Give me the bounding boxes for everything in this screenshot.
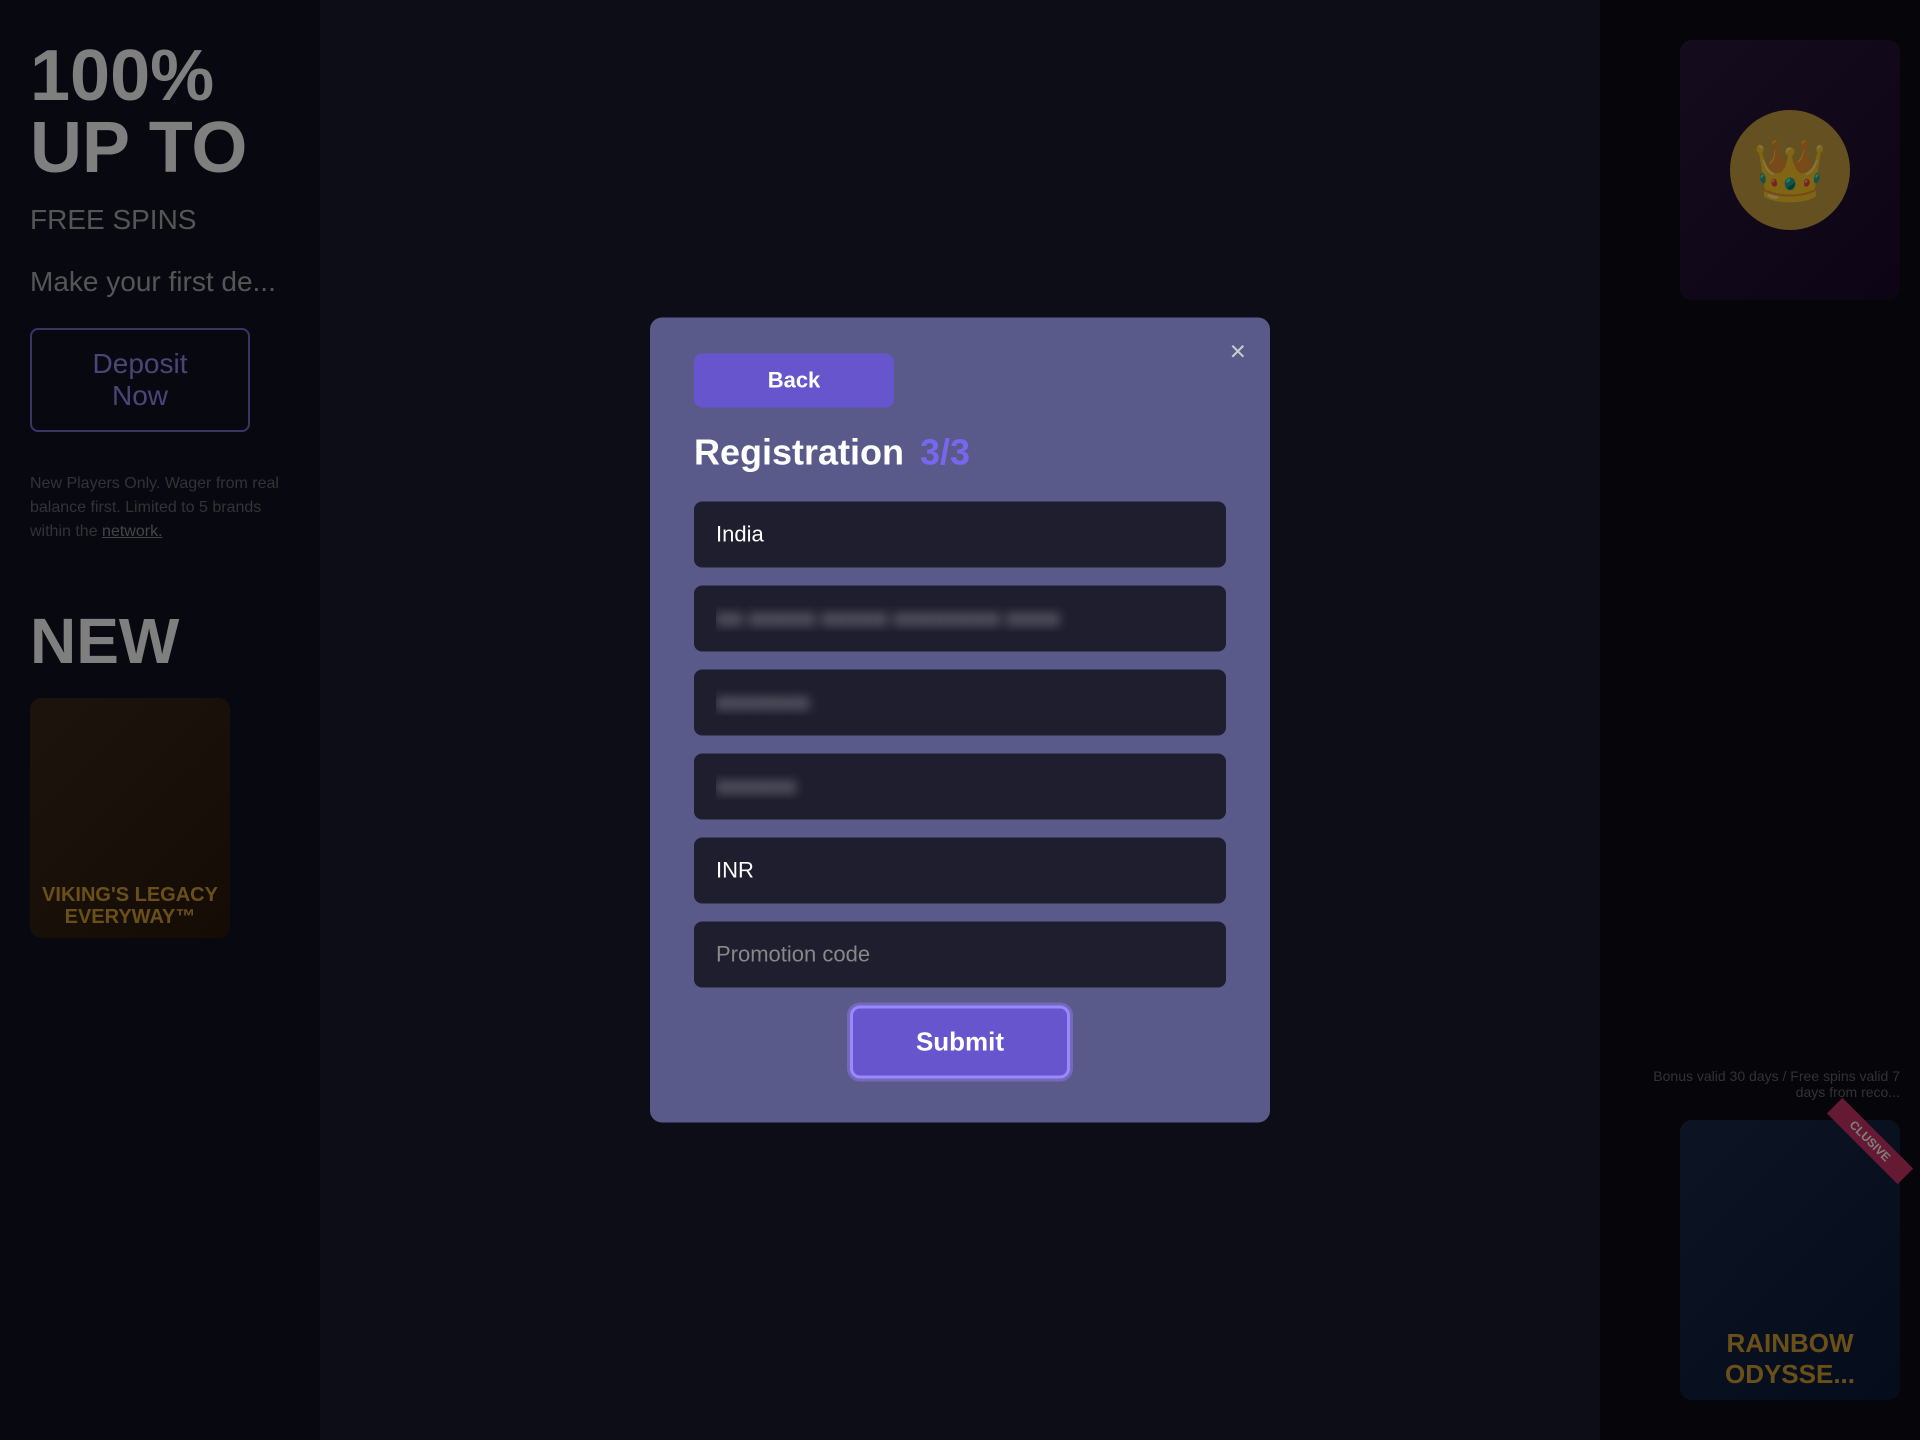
address-input[interactable] <box>694 586 1226 652</box>
city-input[interactable] <box>694 670 1226 736</box>
country-input[interactable] <box>694 502 1226 568</box>
modal-step: 3/3 <box>920 432 970 474</box>
modal-title-row: Registration 3/3 <box>694 432 1226 474</box>
promo-code-input[interactable] <box>694 922 1226 988</box>
close-button[interactable]: × <box>1230 338 1246 366</box>
currency-input[interactable] <box>694 838 1226 904</box>
back-button[interactable]: Back <box>694 354 894 408</box>
registration-modal: × Back Registration 3/3 Submit <box>650 318 1270 1123</box>
postal-input[interactable] <box>694 754 1226 820</box>
modal-title: Registration <box>694 432 904 474</box>
submit-button[interactable]: Submit <box>850 1006 1070 1079</box>
